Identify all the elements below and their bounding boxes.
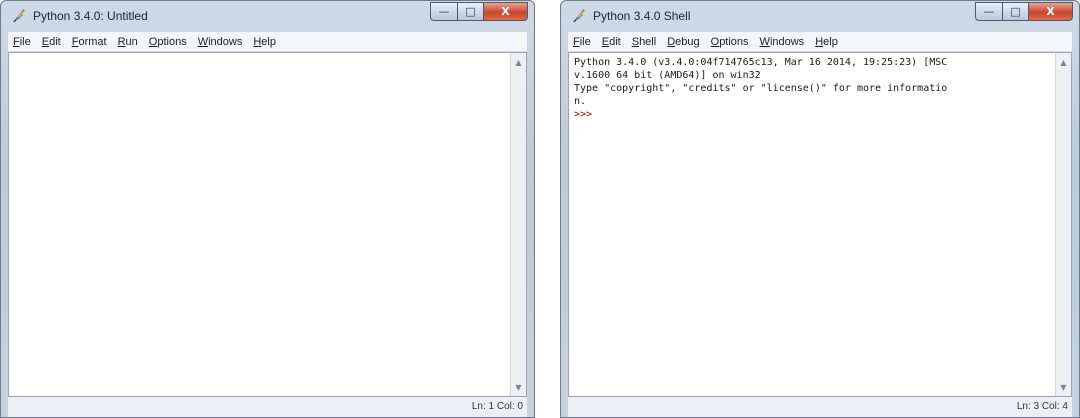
chevron-up-icon[interactable]: ▲ <box>512 55 525 69</box>
menu-bar: File Edit Shell Debug Options Windows He… <box>568 32 1072 52</box>
editor-window: Python 3.4.0: Untitled — □ X File Edit F… <box>0 0 535 418</box>
shell-line: Type "copyright", "credits" or "license(… <box>574 83 948 94</box>
menu-edit[interactable]: Edit <box>42 36 61 48</box>
close-icon: X <box>501 5 510 18</box>
menu-edit[interactable]: Edit <box>602 36 621 48</box>
minimize-icon: — <box>983 5 995 18</box>
code-editor[interactable]: ▲ ▼ <box>8 52 527 397</box>
maximize-icon: □ <box>465 5 476 18</box>
shell-line: n. <box>574 96 587 107</box>
menu-help[interactable]: Help <box>815 36 838 48</box>
shell-text: Python 3.4.0 (v3.4.0:04f714765c13, Mar 1… <box>574 56 1053 121</box>
title-bar[interactable]: Python 3.4.0: Untitled — □ X <box>1 1 534 31</box>
minimize-button[interactable]: — <box>975 2 1003 21</box>
cursor-position: Ln: 3 Col: 4 <box>1016 401 1068 412</box>
python-feather-icon <box>13 9 25 23</box>
menu-bar: File Edit Format Run Options Windows Hel… <box>8 32 527 52</box>
shell-window: Python 3.4.0 Shell — □ X File Edit Shell… <box>560 0 1080 418</box>
menu-debug[interactable]: Debug <box>667 36 699 48</box>
chevron-down-icon[interactable]: ▼ <box>1057 380 1070 394</box>
status-bar: Ln: 3 Col: 4 <box>568 397 1072 417</box>
menu-windows[interactable]: Windows <box>760 36 805 48</box>
minimize-icon: — <box>438 5 450 18</box>
maximize-button[interactable]: □ <box>1003 2 1029 21</box>
menu-options[interactable]: Options <box>711 36 749 48</box>
menu-format[interactable]: Format <box>72 36 107 48</box>
shell-output[interactable]: Python 3.4.0 (v3.4.0:04f714765c13, Mar 1… <box>568 52 1072 397</box>
shell-line: v.1600 64 bit (AMD64)] on win32 <box>574 70 761 81</box>
shell-prompt[interactable]: >>> <box>574 108 1053 121</box>
status-bar: Ln: 1 Col: 0 <box>8 397 527 417</box>
close-icon: X <box>1046 5 1055 18</box>
menu-file[interactable]: File <box>573 36 591 48</box>
maximize-button[interactable]: □ <box>458 2 484 21</box>
window-title: Python 3.4.0 Shell <box>593 9 691 23</box>
shell-line: Python 3.4.0 (v3.4.0:04f714765c13, Mar 1… <box>574 57 948 68</box>
close-button[interactable]: X <box>1029 2 1073 21</box>
window-controls: — □ X <box>975 2 1073 22</box>
vertical-scrollbar[interactable]: ▲ ▼ <box>1055 53 1071 396</box>
minimize-button[interactable]: — <box>430 2 458 21</box>
chevron-up-icon[interactable]: ▲ <box>1057 55 1070 69</box>
menu-shell[interactable]: Shell <box>632 36 656 48</box>
chevron-down-icon[interactable]: ▼ <box>512 380 525 394</box>
window-controls: — □ X <box>430 2 528 22</box>
menu-windows[interactable]: Windows <box>198 36 243 48</box>
menu-file[interactable]: File <box>13 36 31 48</box>
title-bar[interactable]: Python 3.4.0 Shell — □ X <box>561 1 1079 31</box>
menu-run[interactable]: Run <box>118 36 138 48</box>
vertical-scrollbar[interactable]: ▲ ▼ <box>510 53 526 396</box>
close-button[interactable]: X <box>484 2 528 21</box>
menu-help[interactable]: Help <box>253 36 276 48</box>
maximize-icon: □ <box>1010 5 1021 18</box>
cursor-position: Ln: 1 Col: 0 <box>471 401 523 412</box>
menu-options[interactable]: Options <box>149 36 187 48</box>
python-feather-icon <box>573 9 585 23</box>
window-title: Python 3.4.0: Untitled <box>33 9 148 23</box>
